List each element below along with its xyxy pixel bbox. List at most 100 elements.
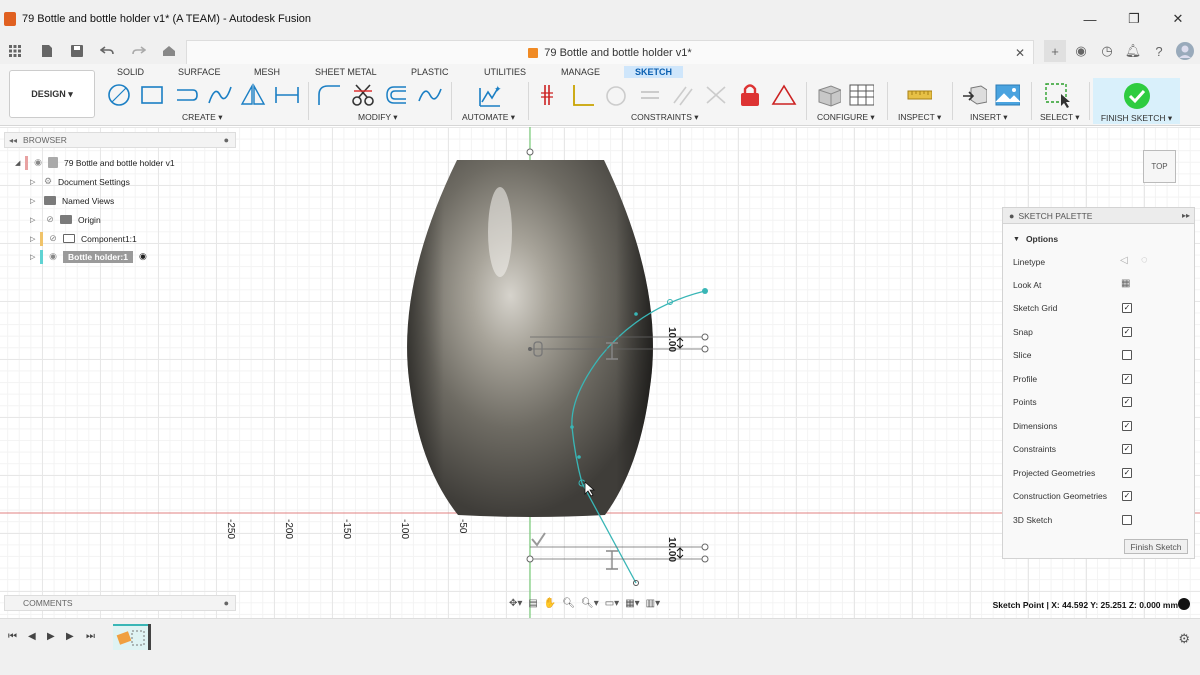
browser-item-bottle-holder[interactable]: ▷ ◉ Bottle holder:1 ◉ xyxy=(30,249,147,264)
measure-tool-icon[interactable] xyxy=(906,82,932,108)
timeline-play-icon[interactable]: ▶ xyxy=(47,631,55,642)
perpendicular-constraint-icon[interactable] xyxy=(570,82,596,108)
slice-checkbox[interactable] xyxy=(1122,350,1132,360)
eye-icon[interactable]: ◉ xyxy=(47,251,59,262)
dimension-tool-icon[interactable] xyxy=(274,82,300,108)
timeline-last-icon[interactable]: ⏭ xyxy=(86,631,95,642)
3d-sketch-checkbox[interactable] xyxy=(1122,515,1132,525)
new-tab-icon[interactable]: + xyxy=(1044,40,1066,62)
eye-icon[interactable]: ◉ xyxy=(32,157,44,168)
browser-panel-header[interactable]: ◂◂ BROWSER ● xyxy=(4,132,236,148)
dimension-label-top[interactable]: 10.00 xyxy=(666,327,677,352)
look-at-icon[interactable]: ▦ xyxy=(1121,278,1130,289)
triangle-constraint-icon[interactable] xyxy=(771,82,797,108)
select-tool-icon[interactable] xyxy=(1044,82,1070,108)
job-status-icon[interactable]: ◷ xyxy=(1096,40,1118,62)
user-avatar[interactable] xyxy=(1174,40,1196,62)
timeline-marker[interactable] xyxy=(148,624,151,650)
viewports-icon[interactable]: ▥▾ xyxy=(646,598,660,609)
maximize-button[interactable]: ❐ xyxy=(1112,0,1156,38)
insert-menu[interactable]: INSERT ▾ xyxy=(970,112,1008,123)
equal-constraint-icon[interactable] xyxy=(637,82,663,108)
rectangle-tool-icon[interactable] xyxy=(139,82,165,108)
app-grid-icon[interactable] xyxy=(6,42,24,60)
document-tab[interactable]: 79 Bottle and bottle holder v1* ✕ xyxy=(186,40,1034,64)
expand-icon[interactable]: ▷ xyxy=(30,235,40,243)
dimensions-checkbox[interactable]: ✓ xyxy=(1122,421,1132,431)
home-icon[interactable] xyxy=(160,42,178,60)
tab-surface[interactable]: SURFACE xyxy=(178,66,221,78)
help-icon[interactable]: ? xyxy=(1148,40,1170,62)
fillet-tool-icon[interactable] xyxy=(316,82,342,108)
inspect-menu[interactable]: INSPECT ▾ xyxy=(898,112,941,123)
undo-icon[interactable] xyxy=(98,42,116,60)
constraints-checkbox[interactable]: ✓ xyxy=(1122,444,1132,454)
construction-linetype-icon[interactable]: ◁ xyxy=(1120,255,1128,266)
viewcube[interactable]: TOP xyxy=(1143,150,1176,183)
automate-tool-icon[interactable]: ✦ xyxy=(476,82,502,108)
offset-tool-icon[interactable] xyxy=(384,82,410,108)
sketch-palette-header[interactable]: ● SKETCH PALETTE ▸▸ xyxy=(1003,208,1194,224)
tab-plastic[interactable]: PLASTIC xyxy=(411,66,449,78)
parallel-constraint-icon[interactable] xyxy=(670,82,696,108)
modify-menu[interactable]: MODIFY ▾ xyxy=(358,112,398,123)
automate-menu[interactable]: AUTOMATE ▾ xyxy=(462,112,515,123)
tab-sheet-metal[interactable]: SHEET METAL xyxy=(315,66,377,78)
look-at-nav-icon[interactable]: ▤ xyxy=(528,598,537,609)
snap-checkbox[interactable]: ✓ xyxy=(1122,327,1132,337)
configure-table-icon[interactable] xyxy=(848,82,874,108)
zoom-icon[interactable]: 🔍︎ xyxy=(562,598,575,609)
select-menu[interactable]: SELECT ▾ xyxy=(1040,112,1080,123)
constraints-menu[interactable]: CONSTRAINTS ▾ xyxy=(631,112,699,123)
tab-manage[interactable]: MANAGE xyxy=(561,66,600,78)
zoom-window-icon[interactable]: 🔍︎▾ xyxy=(581,598,599,609)
close-window-button[interactable]: ✕ xyxy=(1156,0,1200,38)
tangent-constraint-icon[interactable] xyxy=(603,82,629,108)
collapse-section-icon[interactable]: ▼ xyxy=(1013,236,1020,243)
create-menu[interactable]: CREATE ▾ xyxy=(182,112,222,123)
coincident-constraint-icon[interactable] xyxy=(537,82,563,108)
centerline-linetype-icon[interactable]: ◌ xyxy=(1141,254,1148,266)
comments-panel-header[interactable]: COMMENTS ● xyxy=(4,595,236,611)
insert-derive-icon[interactable] xyxy=(961,82,987,108)
timeline-first-icon[interactable]: ⏮ xyxy=(8,631,17,642)
configure-model-icon[interactable] xyxy=(815,82,841,108)
timeline-settings-gear-icon[interactable]: ⚙ xyxy=(1178,631,1190,647)
status-indicator-icon[interactable] xyxy=(1178,598,1190,610)
expand-icon[interactable]: ▷ xyxy=(30,253,40,261)
options-section-header[interactable]: ▼ Options xyxy=(1013,233,1058,245)
expand-icon[interactable]: ◢ xyxy=(15,159,25,167)
activate-radio-icon[interactable]: ◉ xyxy=(139,251,147,262)
spline-tool-icon[interactable] xyxy=(207,82,233,108)
collapse-icon[interactable]: ◂◂ xyxy=(9,136,17,145)
browser-item-origin[interactable]: ▷ ⊘ Origin xyxy=(30,212,101,227)
timeline-previous-icon[interactable]: ◀ xyxy=(28,631,36,642)
slot-tool-icon[interactable] xyxy=(173,82,199,108)
tab-sketch[interactable]: SKETCH xyxy=(624,66,684,78)
close-tab-icon[interactable]: ✕ xyxy=(1015,46,1025,60)
redo-icon[interactable] xyxy=(130,42,148,60)
expand-icon[interactable]: ▷ xyxy=(30,197,40,205)
display-settings-icon[interactable]: ▭▾ xyxy=(605,598,619,609)
workspace-switcher[interactable]: DESIGN ▾ xyxy=(9,70,95,118)
notifications-icon[interactable]: 🔔︎ xyxy=(1122,40,1144,62)
insert-image-icon[interactable] xyxy=(994,82,1020,108)
tab-utilities[interactable]: UTILITIES xyxy=(484,66,526,78)
sketch-grid-checkbox[interactable]: ✓ xyxy=(1122,303,1132,313)
curve-tool-icon[interactable] xyxy=(417,82,443,108)
browser-item-component1[interactable]: ▷ ⊘ Component1:1 xyxy=(30,231,137,246)
expand-palette-icon[interactable]: ▸▸ xyxy=(1182,211,1190,220)
dimension-label-bottom[interactable]: 10.00 xyxy=(666,537,677,562)
expand-icon[interactable]: ▷ xyxy=(30,216,40,224)
browser-item-document-settings[interactable]: ▷ ⚙ Document Settings xyxy=(30,174,130,189)
points-checkbox[interactable]: ✓ xyxy=(1122,397,1132,407)
mirror-tool-icon[interactable] xyxy=(240,82,266,108)
profile-checkbox[interactable]: ✓ xyxy=(1122,374,1132,384)
projected-geometries-checkbox[interactable]: ✓ xyxy=(1122,468,1132,478)
pan-icon[interactable]: ✋ xyxy=(544,598,556,609)
configure-menu[interactable]: CONFIGURE ▾ xyxy=(817,112,875,123)
add-comment-icon[interactable]: ● xyxy=(224,598,229,608)
construction-geometries-checkbox[interactable]: ✓ xyxy=(1122,491,1132,501)
tab-mesh[interactable]: MESH xyxy=(254,66,280,78)
circle-tool-icon[interactable] xyxy=(106,82,132,108)
